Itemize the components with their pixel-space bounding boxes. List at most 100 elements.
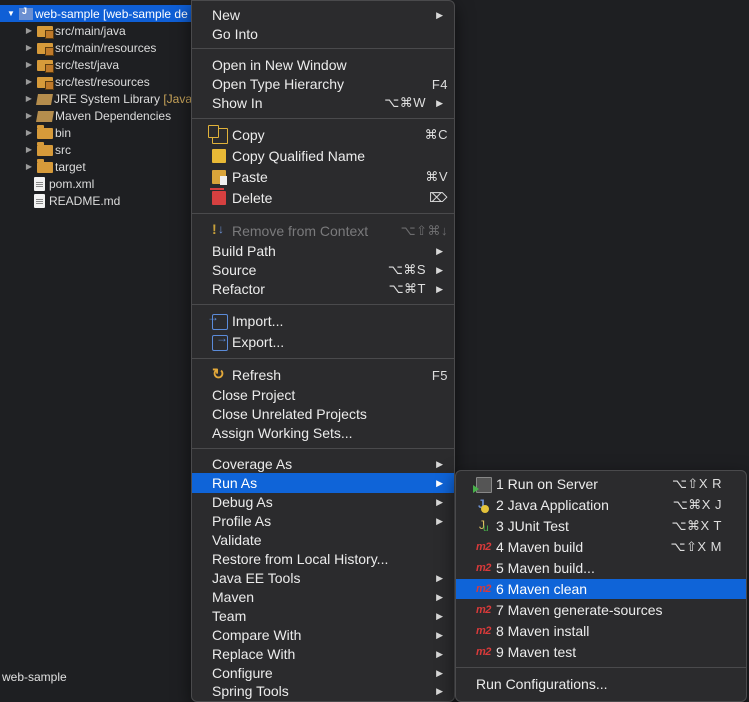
tree-row[interactable]: ▶ bin [0,124,200,141]
menu-item-label: Spring Tools [212,683,289,699]
chevron-right-icon[interactable]: ▶ [24,162,34,172]
menu-item-coverage-as[interactable]: Coverage As ▶ [192,454,454,474]
menu-item-assign-working-sets[interactable]: Assign Working Sets... [192,423,454,443]
submenu-item-run-on-server[interactable]: 1 Run on Server ⌥⇧X R [456,474,746,494]
tree-row[interactable]: ▶ JRE System Library [JavaS [0,90,200,107]
menu-item-validate[interactable]: Validate [192,530,454,550]
tree-row[interactable]: ▶ src/main/java [0,22,200,39]
tree-row[interactable]: ▶ Maven Dependencies [0,107,200,124]
junit-icon [476,518,490,534]
submenu-arrow-icon: ▶ [436,9,443,20]
submenu-arrow-icon: ▶ [436,97,443,108]
chevron-right-icon[interactable]: ▶ [24,111,34,121]
tree-row[interactable]: ▶ src/main/resources [0,39,200,56]
menu-item-close-project[interactable]: Close Project [192,385,454,405]
menu-item-source[interactable]: Source ⌥⌘S ▶ [192,260,454,280]
menu-item-debug-as[interactable]: Debug As ▶ [192,492,454,512]
tree-row[interactable]: pom.xml [0,175,200,192]
menu-item-refactor[interactable]: Refactor ⌥⌘T ▶ [192,279,454,299]
menu-item-go-into[interactable]: Go Into [192,24,454,44]
menu-shortcut: F4 [431,76,448,92]
copy-icon [208,125,228,144]
menu-item-profile-as[interactable]: Profile As ▶ [192,511,454,531]
menu-item-label: 3 JUnit Test [496,518,569,534]
menu-item-new[interactable]: New ▶ [192,5,454,25]
tree-row[interactable]: ▶ src/test/java [0,56,200,73]
project-icon [19,6,33,20]
chevron-right-icon[interactable]: ▶ [24,43,34,53]
menu-item-open-type-hierarchy[interactable]: Open Type Hierarchy F4 [192,74,454,94]
maven-m2-icon: m2 [476,604,491,616]
menu-item-label: 6 Maven clean [496,581,588,597]
library-icon [36,111,54,122]
menu-item-label: Configure [212,665,273,681]
submenu-arrow-icon: ▶ [436,245,443,256]
tree-row[interactable]: ▶ src [0,141,200,158]
menu-item-label: Remove from Context [232,223,369,239]
menu-separator [192,48,454,49]
menu-item-spring-tools[interactable]: Spring Tools ▶ [192,681,454,701]
menu-item-label: 7 Maven generate-sources [496,602,663,618]
menu-item-import[interactable]: Import... [192,310,454,331]
menu-item-java-ee-tools[interactable]: Java EE Tools ▶ [192,568,454,588]
submenu-item-maven-build[interactable]: m2 4 Maven build ⌥⇧X M [456,537,746,557]
maven-m2-icon: m2 [476,583,491,595]
tree-item-label: bin [55,125,72,140]
tree-row[interactable]: README.md [0,192,200,209]
menu-item-delete[interactable]: Delete ⌦ [192,188,454,208]
submenu-arrow-icon: ▶ [436,572,443,583]
submenu-item-maven-clean[interactable]: m2 6 Maven clean [456,579,746,599]
submenu-item-maven-generate-sources[interactable]: m2 7 Maven generate-sources [456,600,746,620]
tree-row[interactable]: ▶ target [0,158,200,175]
menu-item-replace-with[interactable]: Replace With ▶ [192,644,454,664]
menu-shortcut: ⌥⇧X R [671,476,722,491]
menu-item-open-new-window[interactable]: Open in New Window [192,55,454,75]
chevron-right-icon[interactable]: ▶ [24,145,34,155]
menu-item-show-in[interactable]: Show In ⌥⌘W ▶ [192,93,454,113]
menu-item-run-as[interactable]: Run As ▶ [192,473,454,493]
menu-item-export[interactable]: Export... [192,331,454,352]
menu-shortcut: F5 [431,367,448,383]
menu-shortcut: ⌥⌘W [384,95,426,110]
submenu-arrow-icon: ▶ [436,515,443,526]
menu-item-team[interactable]: Team ▶ [192,606,454,626]
tree-row[interactable]: ▶ src/test/resources [0,73,200,90]
folder-icon [37,159,53,173]
submenu-item-maven-test[interactable]: m2 9 Maven test [456,642,746,662]
menu-shortcut: ⌥⌘X T [671,518,722,533]
menu-item-label: Paste [232,169,268,185]
maven-m2-icon: m2 [476,562,491,574]
chevron-down-icon[interactable]: ▼ [6,9,16,19]
menu-item-label: Open in New Window [212,57,347,73]
chevron-right-icon[interactable]: ▶ [24,94,34,104]
menu-item-copy[interactable]: Copy ⌘C [192,125,454,145]
submenu-arrow-icon: ▶ [436,496,443,507]
menu-item-close-unrelated[interactable]: Close Unrelated Projects [192,404,454,424]
submenu-item-maven-install[interactable]: m2 8 Maven install [456,621,746,641]
tree-row-project[interactable]: ▼ web-sample [web-sample de [0,5,200,22]
chevron-right-icon[interactable]: ▶ [24,60,34,70]
menu-item-label: 1 Run on Server [496,476,598,492]
menu-item-label: Close Project [212,387,296,403]
menu-item-label: Profile As [212,513,272,529]
menu-item-build-path[interactable]: Build Path ▶ [192,241,454,261]
submenu-arrow-icon: ▶ [436,591,443,602]
menu-item-label: New [212,7,241,23]
submenu-arrow-icon: ▶ [436,477,443,488]
chevron-right-icon[interactable]: ▶ [24,128,34,138]
submenu-item-run-configurations[interactable]: Run Configurations... [456,674,746,694]
submenu-item-maven-build-dots[interactable]: m2 5 Maven build... [456,558,746,578]
menu-item-compare-with[interactable]: Compare With ▶ [192,625,454,645]
menu-item-paste[interactable]: Paste ⌘V [192,167,454,187]
menu-item-label: Restore from Local History... [212,551,389,567]
submenu-item-java-application[interactable]: 2 Java Application ⌥⌘X J [456,495,746,515]
submenu-arrow-icon: ▶ [436,264,443,275]
menu-item-maven[interactable]: Maven ▶ [192,587,454,607]
menu-item-refresh[interactable]: Refresh F5 [192,365,454,385]
chevron-right-icon[interactable]: ▶ [24,26,34,36]
submenu-item-junit-test[interactable]: 3 JUnit Test ⌥⌘X T [456,516,746,536]
menu-item-configure[interactable]: Configure ▶ [192,663,454,683]
menu-item-restore-history[interactable]: Restore from Local History... [192,549,454,569]
menu-item-copy-qualified-name[interactable]: Copy Qualified Name [192,146,454,166]
chevron-right-icon[interactable]: ▶ [24,77,34,87]
